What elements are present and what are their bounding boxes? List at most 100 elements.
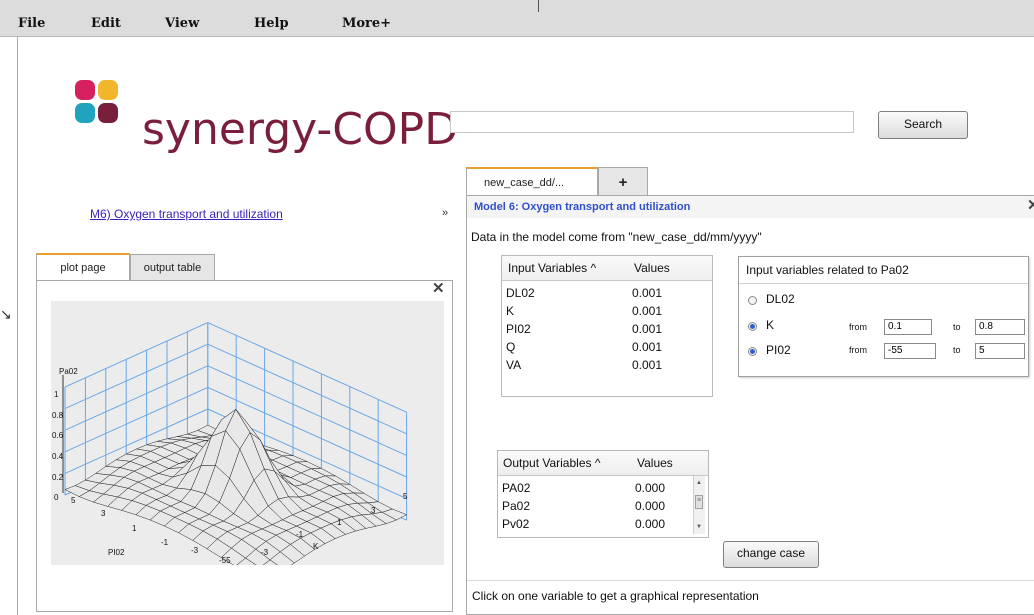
pi-tick: -3 — [191, 546, 199, 555]
pi-tick: 1 — [132, 524, 137, 533]
table-row[interactable]: Pv02 0.000 — [498, 515, 708, 533]
search-input[interactable] — [450, 111, 854, 133]
logo-square-pink — [75, 80, 95, 100]
tab-new-case[interactable]: new_case_dd/... — [466, 167, 598, 196]
from-label: from — [849, 322, 867, 332]
hint-text: Click on one variable to get a graphical… — [472, 589, 759, 603]
scroll-thumb[interactable]: ≡ — [695, 495, 703, 509]
table-header: Output Variables ^ Values — [498, 451, 708, 476]
add-tab-button[interactable]: + — [598, 167, 648, 196]
pi-tick: -1 — [161, 538, 169, 547]
radio-k[interactable] — [748, 322, 757, 331]
output-table-scrollbar[interactable]: ▲ ≡ ▼ — [693, 476, 705, 534]
expand-arrow-icon[interactable]: » — [442, 207, 448, 219]
menu-divider — [538, 0, 539, 12]
col-header-values[interactable]: Values — [634, 261, 670, 275]
table-row[interactable]: DL02 0.001 — [502, 284, 712, 302]
variable-name: Q — [506, 340, 516, 354]
related-variables-panel: Input variables related to Pa02 DL02 K f… — [738, 256, 1029, 377]
variable-value: 0.001 — [632, 304, 663, 318]
table-row[interactable]: PA02 0.000 — [498, 479, 708, 497]
z-tick: 0 — [54, 493, 59, 502]
k-tick: -1 — [296, 530, 304, 539]
pi-tick: 3 — [101, 509, 106, 518]
close-model-icon[interactable]: ✕ — [1027, 196, 1034, 214]
data-source-text: Data in the model come from "new_case_dd… — [471, 230, 762, 244]
variable-name: PI02 — [506, 322, 531, 336]
variable-value: 0.000 — [635, 499, 666, 513]
synergy-copd-logo: synergy-COPD — [75, 80, 458, 160]
search-button[interactable]: Search — [878, 111, 968, 139]
tab-output-table[interactable]: output table — [130, 254, 215, 280]
variable-name: Pa02 — [502, 499, 531, 513]
variable-name: Pv02 — [502, 517, 530, 531]
k-tick: 3 — [371, 506, 376, 515]
model-header: Model 6: Oxygen transport and utilizatio… — [467, 196, 1034, 218]
scroll-down-icon[interactable]: ▼ — [696, 524, 702, 530]
surface-plot: Pa02 1 0.8 0.6 0.4 0.2 0 5 3 1 -1 -3 -55… — [52, 322, 408, 565]
pi-tick: -55 — [219, 556, 231, 565]
table-row[interactable]: VA 0.001 — [502, 356, 712, 374]
variable-name: VA — [506, 358, 522, 372]
variable-value: 0.001 — [632, 358, 663, 372]
plot-area: Pa02 1 0.8 0.6 0.4 0.2 0 5 3 1 -1 -3 -55… — [51, 301, 444, 565]
related-divider — [739, 283, 1028, 284]
model-title: Model 6: Oxygen transport and utilizatio… — [474, 201, 691, 213]
input-variables-table: Input Variables ^ Values DL02 0.001 K 0.00… — [501, 255, 713, 397]
variable-value: 0.000 — [635, 481, 666, 495]
variable-name: DL02 — [506, 286, 535, 300]
change-case-button[interactable]: change case — [723, 541, 819, 568]
z-tick: 0.4 — [52, 452, 64, 461]
tab-plot-page[interactable]: plot page — [36, 253, 130, 281]
variable-value: 0.001 — [632, 340, 663, 354]
plot-panel: ✕ Pa02 1 0.8 0.6 0.4 0.2 0 5 3 1 -1 -3 -… — [36, 280, 453, 612]
logo-square-yellow — [98, 80, 118, 100]
logo-text: synergy-COPD — [142, 104, 459, 155]
menu-help[interactable]: Help — [254, 16, 289, 31]
col-header-input-variables[interactable]: Input Variables ^ — [508, 261, 596, 275]
k-tick: -3 — [261, 548, 269, 557]
menu-edit[interactable]: Edit — [91, 16, 121, 31]
output-variables-table: Output Variables ^ Values PA02 0.000 Pa02… — [497, 450, 709, 538]
menu-more[interactable]: More+ — [342, 16, 391, 31]
radio-label-pi02: PI02 — [766, 343, 791, 357]
radio-label-k: K — [766, 318, 775, 332]
z-axis-label: Pa02 — [59, 367, 78, 376]
variable-name: PA02 — [502, 481, 531, 495]
related-title: Input variables related to Pa02 — [746, 263, 909, 277]
logo-square-cyan — [75, 103, 95, 123]
pi-axis-label: PI02 — [108, 548, 125, 557]
pi02-to-input[interactable]: 5 — [975, 343, 1025, 359]
table-row[interactable]: PI02 0.001 — [502, 320, 712, 338]
table-row[interactable]: Pa02 0.000 — [498, 497, 708, 515]
k-axis-label: K — [313, 542, 319, 551]
pi02-from-input[interactable]: -55 — [884, 343, 936, 359]
table-row[interactable]: K 0.001 — [502, 302, 712, 320]
radio-dl02[interactable] — [748, 296, 757, 305]
k-tick: 5 — [403, 492, 408, 501]
variable-name: K — [506, 304, 515, 318]
z-tick: 0.8 — [52, 411, 64, 420]
model-link[interactable]: M6) Oxygen transport and utilization — [90, 207, 283, 221]
to-label: to — [953, 322, 961, 332]
k-tick: 1 — [337, 518, 342, 527]
k-from-input[interactable]: 0.1 — [884, 319, 932, 335]
table-row[interactable]: Q 0.001 — [502, 338, 712, 356]
radio-pi02[interactable] — [748, 347, 757, 356]
to-label: to — [953, 345, 961, 355]
logo-square-maroon — [98, 103, 118, 123]
window-frame — [17, 36, 18, 615]
col-header-values[interactable]: Values — [637, 456, 673, 470]
variable-value: 0.001 — [632, 286, 663, 300]
variable-value: 0.001 — [632, 322, 663, 336]
side-arrow-icon: ↘ — [0, 306, 12, 322]
menu-view[interactable]: View — [165, 16, 199, 31]
z-tick: 1 — [54, 390, 59, 399]
scroll-up-icon[interactable]: ▲ — [696, 480, 702, 486]
close-plot-icon[interactable]: ✕ — [432, 279, 445, 297]
menu-file[interactable]: File — [18, 16, 45, 31]
radio-label-dl02: DL02 — [766, 292, 795, 306]
menu-bar: File Edit View Help More+ — [0, 0, 1034, 37]
k-to-input[interactable]: 0.8 — [975, 319, 1025, 335]
col-header-output-variables[interactable]: Output Variables ^ — [503, 456, 600, 470]
